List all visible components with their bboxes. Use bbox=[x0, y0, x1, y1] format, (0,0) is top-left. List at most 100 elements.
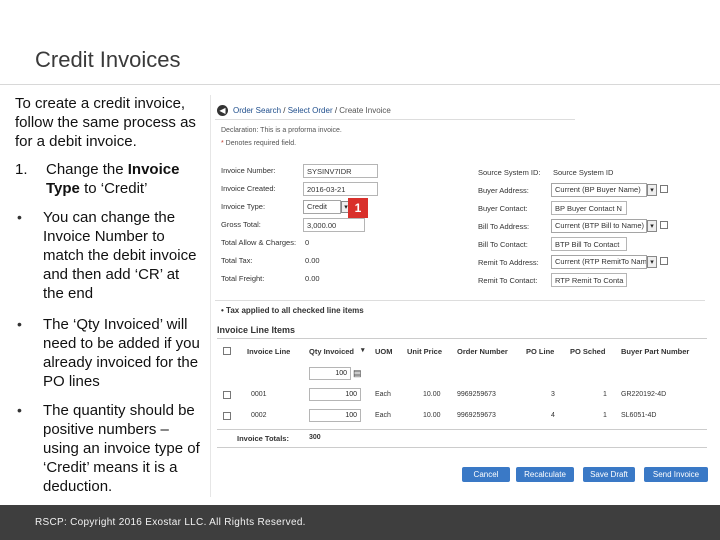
cell-po-sched: 1 bbox=[603, 412, 607, 419]
cell-unit-price: 10.00 bbox=[423, 412, 441, 419]
bullet-dot: • bbox=[17, 402, 22, 418]
step-bold-invoice: Invoice bbox=[127, 161, 180, 178]
total-freight-label: Total Freight: bbox=[221, 274, 265, 283]
table-row: 0001 100 Each 10.00 9969259673 3 1 GR220… bbox=[211, 387, 711, 407]
invoice-created-input[interactable]: 2016-03-21 bbox=[303, 182, 378, 196]
col-po-sched[interactable]: PO Sched bbox=[570, 347, 605, 356]
cell-uom: Each bbox=[375, 412, 391, 419]
qty-all-input[interactable]: 100 bbox=[309, 367, 351, 380]
select-all-checkbox[interactable] bbox=[223, 347, 231, 355]
col-buyer-part-number[interactable]: Buyer Part Number bbox=[621, 347, 689, 356]
recalculate-button[interactable]: Recalculate bbox=[516, 467, 574, 482]
row-checkbox[interactable] bbox=[223, 412, 231, 420]
cell-qty-input[interactable]: 100 bbox=[309, 388, 361, 401]
tax-note: • Tax applied to all checked line items bbox=[221, 306, 364, 315]
source-system-id-value: Source System ID bbox=[553, 168, 614, 177]
chevron-down-icon[interactable]: ▾ bbox=[647, 184, 657, 196]
invoice-created-label: Invoice Created: bbox=[221, 184, 276, 193]
required-note-label: Denotes required field. bbox=[225, 140, 297, 147]
buyer-contact-input[interactable]: BP Buyer Contact N bbox=[551, 201, 627, 215]
total-tax-label: Total Tax: bbox=[221, 256, 253, 265]
bill-to-contact-label: Bill To Contact: bbox=[478, 240, 528, 249]
cell-qty-input[interactable]: 100 bbox=[309, 409, 361, 422]
total-freight-value: 0.00 bbox=[305, 274, 320, 283]
col-unit-price[interactable]: Unit Price bbox=[407, 347, 442, 356]
tax-note-label: Tax applied to all checked line items bbox=[226, 306, 364, 315]
col-order-number[interactable]: Order Number bbox=[457, 347, 508, 356]
remit-to-contact-label: Remit To Contact: bbox=[478, 276, 538, 285]
callout-badge: 1 bbox=[348, 198, 368, 218]
remit-to-address-checkbox[interactable] bbox=[660, 257, 668, 265]
gross-total-label: Gross Total: bbox=[221, 220, 261, 229]
section-divider bbox=[215, 300, 705, 301]
total-tax-value: 0.00 bbox=[305, 256, 320, 265]
step-text-1: Change the bbox=[46, 161, 128, 178]
breadcrumb-current: Create Invoice bbox=[339, 106, 391, 115]
total-allow-charges-value: 0 bbox=[305, 238, 310, 247]
bullet-1: You can change the Invoice Number to mat… bbox=[43, 209, 197, 302]
intro-text: To create a credit invoice, follow the s… bbox=[15, 95, 196, 150]
back-arrow-icon[interactable]: ◀ bbox=[217, 105, 228, 116]
chevron-down-icon[interactable]: ▾ bbox=[647, 256, 657, 268]
invoice-type-label: Invoice Type: bbox=[221, 202, 266, 211]
gross-total-input[interactable]: 3,000.00 bbox=[303, 218, 365, 232]
bill-to-address-label: Bill To Address: bbox=[478, 222, 530, 231]
declaration-text: Declaration: This is a proforma invoice. bbox=[221, 127, 342, 134]
bill-to-contact-input[interactable]: BTP Bill To Contact bbox=[551, 237, 627, 251]
apply-all-icon[interactable]: ▤ bbox=[353, 368, 362, 379]
remit-to-contact-input[interactable]: RTP Remit To Conta bbox=[551, 273, 627, 287]
required-note: * Denotes required field. bbox=[221, 140, 296, 147]
buyer-contact-label: Buyer Contact: bbox=[478, 204, 528, 213]
step-number: 1. bbox=[15, 161, 28, 178]
table-row: 0002 100 Each 10.00 9969259673 4 1 SL605… bbox=[211, 408, 711, 428]
col-uom[interactable]: UOM bbox=[375, 347, 393, 356]
invoice-totals-value: 300 bbox=[309, 434, 321, 441]
cell-invoice-line: 0002 bbox=[251, 412, 267, 419]
step-bold-type: Type bbox=[46, 180, 80, 197]
buyer-address-checkbox[interactable] bbox=[660, 185, 668, 193]
sort-down-icon[interactable]: ▾ bbox=[361, 346, 365, 354]
breadcrumb-divider bbox=[215, 119, 575, 120]
source-system-id-label: Source System ID: bbox=[478, 168, 541, 177]
totals-divider bbox=[217, 447, 707, 448]
cell-po-sched: 1 bbox=[603, 391, 607, 398]
remit-to-address-select[interactable]: Current (RTP RemitTo Nam bbox=[551, 255, 647, 269]
bullet-2: The ‘Qty Invoiced’ will need to be added… bbox=[43, 316, 200, 390]
cell-invoice-line: 0001 bbox=[251, 391, 267, 398]
invoice-type-select[interactable]: Credit bbox=[303, 200, 341, 214]
chevron-down-icon[interactable]: ▾ bbox=[647, 220, 657, 232]
totals-divider bbox=[217, 429, 707, 430]
step-text-2: to ‘Credit’ bbox=[79, 180, 148, 197]
col-qty-invoiced[interactable]: Qty Invoiced bbox=[309, 347, 354, 356]
cell-buyer-part-number: SL6051-4D bbox=[621, 412, 657, 419]
save-draft-button[interactable]: Save Draft bbox=[583, 467, 635, 482]
cell-unit-price: 10.00 bbox=[423, 391, 441, 398]
cancel-button[interactable]: Cancel bbox=[462, 467, 510, 482]
send-invoice-button[interactable]: Send Invoice bbox=[644, 467, 708, 482]
invoice-totals-label: Invoice Totals: bbox=[237, 434, 289, 443]
title-divider bbox=[0, 84, 720, 85]
total-allow-charges-label: Total Allow & Charges: bbox=[221, 238, 297, 247]
bill-to-address-checkbox[interactable] bbox=[660, 221, 668, 229]
col-po-line[interactable]: PO Line bbox=[526, 347, 554, 356]
bullet-dot: • bbox=[17, 209, 22, 225]
cell-po-line: 4 bbox=[551, 412, 555, 419]
slide-title: Credit Invoices bbox=[35, 47, 181, 72]
table-divider bbox=[217, 338, 707, 339]
buyer-address-select[interactable]: Current (BP Buyer Name) bbox=[551, 183, 647, 197]
bullet-3: The quantity should be positive numbers … bbox=[43, 402, 200, 495]
col-invoice-line[interactable]: Invoice Line bbox=[247, 347, 290, 356]
row-checkbox[interactable] bbox=[223, 391, 231, 399]
invoice-screenshot: ◀ Order Search / Select Order / Create I… bbox=[210, 95, 720, 497]
remit-to-address-label: Remit To Address: bbox=[478, 258, 539, 267]
buyer-address-label: Buyer Address: bbox=[478, 186, 529, 195]
cell-buyer-part-number: GR220192-4D bbox=[621, 391, 667, 398]
cell-order-number: 9969259673 bbox=[457, 412, 496, 419]
invoice-number-input[interactable]: SYSINV7IDR bbox=[303, 164, 378, 178]
breadcrumb-select-order[interactable]: Select Order bbox=[288, 106, 333, 115]
bill-to-address-select[interactable]: Current (BTP Bill to Name) bbox=[551, 219, 647, 233]
table-title: Invoice Line Items bbox=[217, 325, 296, 335]
breadcrumb: Order Search / Select Order / Create Inv… bbox=[233, 106, 391, 115]
breadcrumb-order-search[interactable]: Order Search bbox=[233, 106, 281, 115]
invoice-number-label: Invoice Number: bbox=[221, 166, 276, 175]
